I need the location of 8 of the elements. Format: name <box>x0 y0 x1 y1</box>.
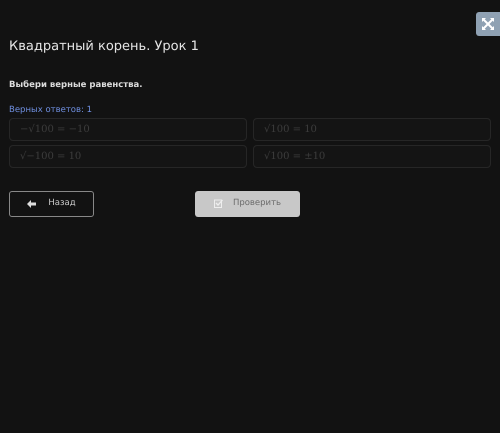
back-button[interactable]: Назад <box>9 190 94 216</box>
checkbox-icon <box>214 199 223 208</box>
arrow-left-icon <box>27 200 36 208</box>
question-text: Выбери верные равенства. <box>9 79 144 92</box>
lesson-title: Квадратный корень. Урок 1 <box>9 39 199 55</box>
expand-icon <box>481 17 495 31</box>
answers-count: Верных ответов: 1 <box>9 104 93 116</box>
fullscreen-button[interactable] <box>476 12 500 36</box>
